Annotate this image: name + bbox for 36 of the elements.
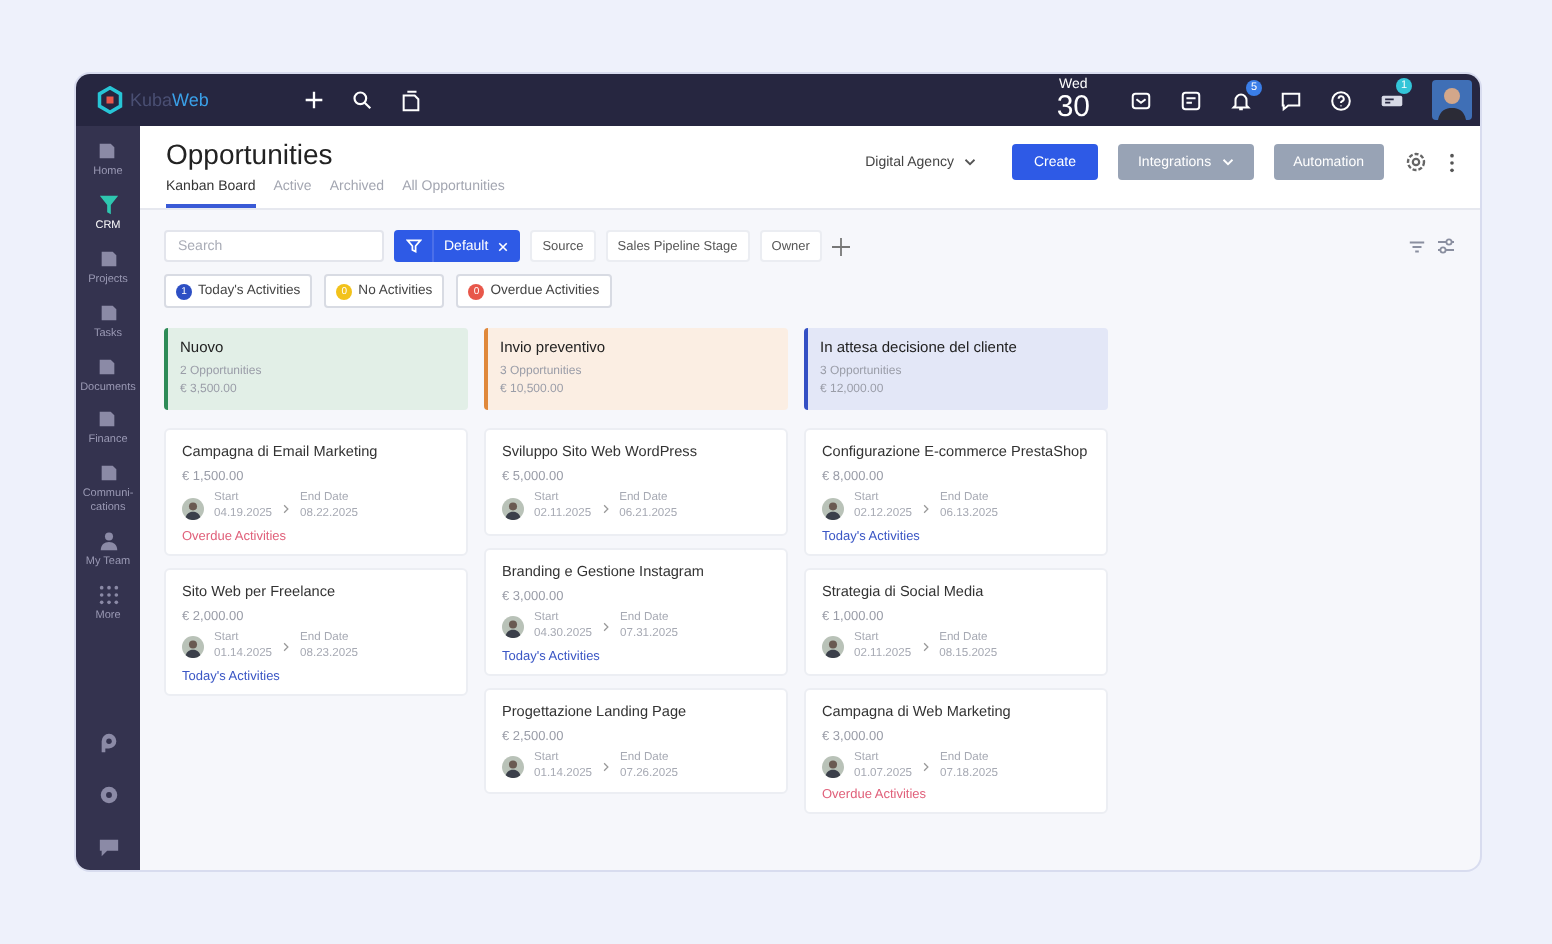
avatar — [822, 756, 844, 779]
support-chat-icon[interactable] — [97, 836, 119, 858]
chevron-icon — [601, 503, 610, 514]
chevron-icon — [602, 622, 611, 633]
chevron-icon — [922, 762, 931, 773]
chevron-icon — [922, 503, 931, 514]
notes-icon[interactable] — [1180, 89, 1202, 111]
filter-icon — [406, 238, 422, 254]
avatar — [822, 636, 844, 659]
avatar — [182, 497, 204, 520]
caret-icon — [963, 156, 976, 168]
more-icon[interactable] — [1448, 151, 1456, 173]
logo-icon — [96, 86, 124, 114]
note-icon[interactable] — [400, 89, 422, 111]
avatar — [502, 497, 524, 520]
avatar — [182, 636, 204, 659]
caret-icon — [1221, 156, 1234, 168]
grid-icon — [97, 583, 119, 606]
team-icon — [97, 530, 119, 552]
avatar[interactable] — [1432, 80, 1472, 120]
chevron-icon — [602, 762, 611, 773]
page-title: Opportunities — [166, 138, 335, 170]
avatar — [502, 616, 524, 639]
chevron-icon — [282, 642, 291, 653]
funnel-icon — [97, 193, 119, 216]
search-icon[interactable] — [352, 90, 372, 110]
inbox-icon[interactable] — [1130, 89, 1152, 111]
help-icon[interactable] — [1330, 89, 1352, 111]
chevron-icon — [921, 642, 930, 653]
avatar — [822, 497, 844, 520]
filter-icon[interactable] — [1408, 237, 1426, 255]
close-icon[interactable] — [498, 241, 509, 251]
avatar — [502, 756, 524, 779]
bell-icon[interactable] — [1230, 89, 1252, 111]
sliders-icon[interactable] — [1436, 236, 1456, 256]
chevron-icon — [282, 503, 291, 514]
